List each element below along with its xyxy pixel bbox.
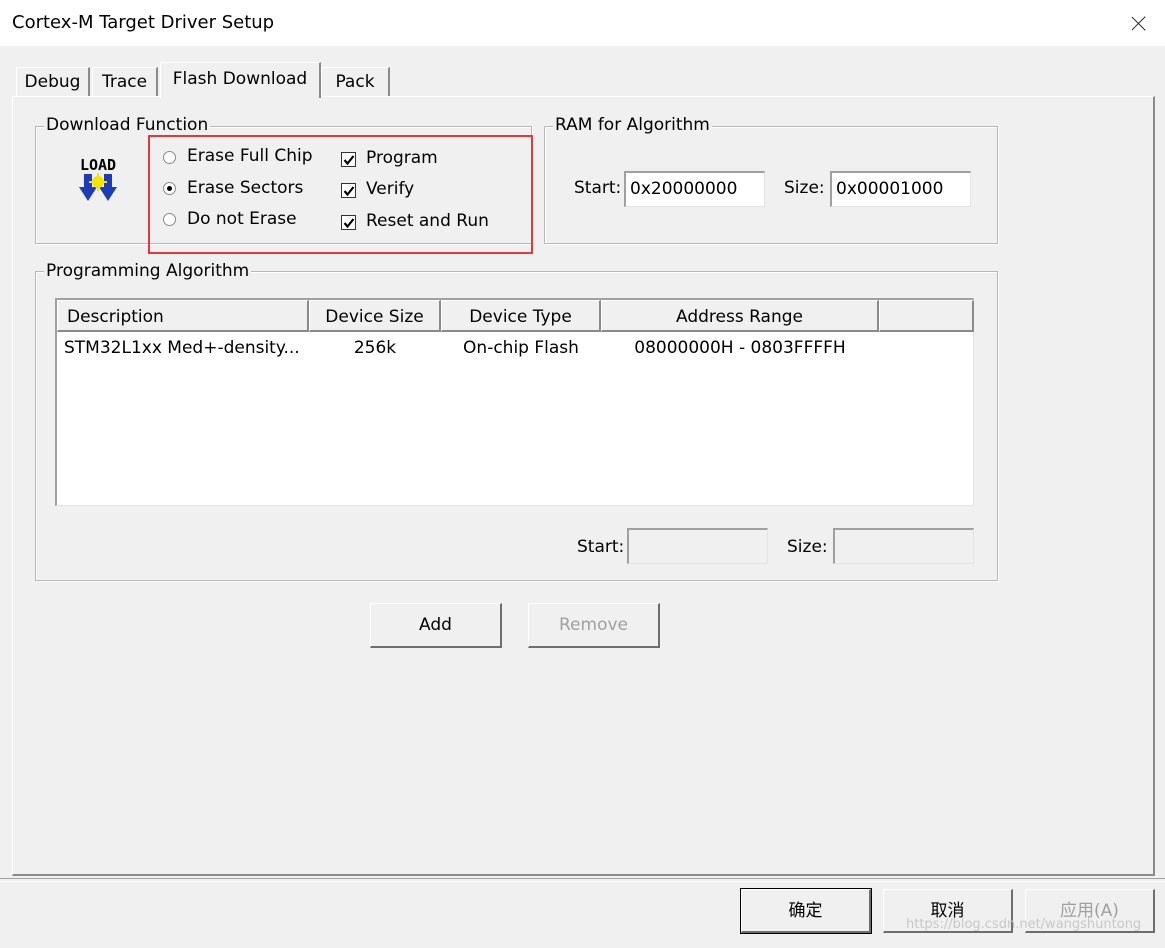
footer-separator xyxy=(0,878,1165,882)
cell-description: STM32L1xx Med+-density... xyxy=(64,338,300,358)
column-header-empty xyxy=(879,300,974,332)
tab-debug[interactable]: Debug xyxy=(16,67,90,97)
algo-size-label: Size: xyxy=(787,537,828,557)
algo-start-label: Start: xyxy=(577,537,625,557)
ram-for-algorithm-title: RAM for Algorithm xyxy=(553,115,712,135)
table-row[interactable]: STM32L1xx Med+-density... 256k On-chip F… xyxy=(57,336,972,362)
watermark: https://blog.csdn.net/wangshuntong xyxy=(906,917,1142,932)
tab-trace[interactable]: Trace xyxy=(92,67,158,97)
ram-start-input[interactable]: 0x20000000 xyxy=(624,171,765,207)
algo-start-input[interactable] xyxy=(627,528,768,564)
column-header-device-size[interactable]: Device Size xyxy=(309,300,441,332)
tab-pack[interactable]: Pack xyxy=(321,67,390,97)
title-bar: Cortex-M Target Driver Setup xyxy=(0,0,1165,46)
ram-size-label: Size: xyxy=(784,178,825,198)
add-button[interactable]: Add xyxy=(370,603,502,648)
ok-button[interactable]: 确定 xyxy=(740,888,872,934)
load-icon-text: LOAD xyxy=(80,156,116,174)
column-header-description[interactable]: Description xyxy=(57,300,309,332)
algorithm-list[interactable]: Description Device Size Device Type Addr… xyxy=(55,298,974,506)
programming-algorithm-title: Programming Algorithm xyxy=(44,261,252,281)
window-title: Cortex-M Target Driver Setup xyxy=(12,12,275,33)
column-header-device-type[interactable]: Device Type xyxy=(441,300,601,332)
cell-address-range: 08000000H - 0803FFFFH xyxy=(634,338,846,358)
tab-flash-download[interactable]: Flash Download xyxy=(160,62,321,98)
load-icon: LOAD xyxy=(72,153,124,203)
ram-start-label: Start: xyxy=(574,178,622,198)
remove-button[interactable]: Remove xyxy=(528,603,660,648)
close-icon[interactable] xyxy=(1118,5,1160,41)
cell-device-size: 256k xyxy=(353,338,397,358)
cell-device-type: On-chip Flash xyxy=(463,338,579,358)
column-header-address-range[interactable]: Address Range xyxy=(601,300,879,332)
algo-size-input[interactable] xyxy=(833,528,974,564)
highlight-box xyxy=(148,135,533,254)
download-function-title: Download Function xyxy=(44,115,211,135)
ram-size-input[interactable]: 0x00001000 xyxy=(830,171,971,207)
